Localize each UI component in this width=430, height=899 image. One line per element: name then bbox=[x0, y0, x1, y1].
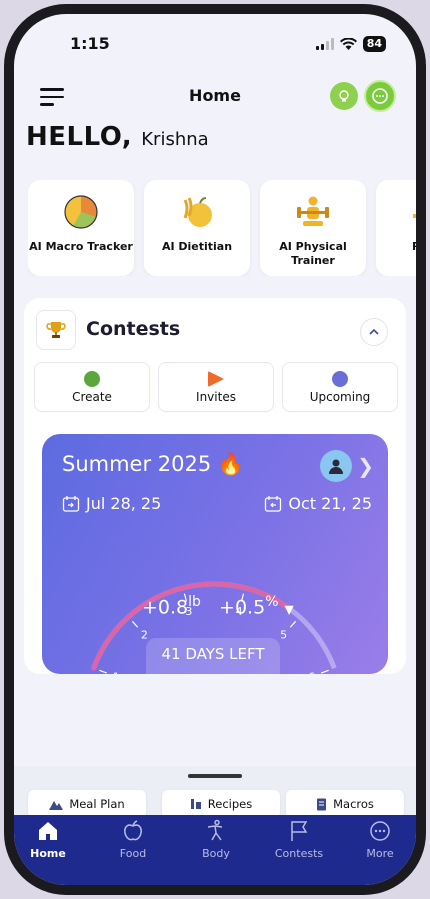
clock-icon bbox=[332, 371, 348, 387]
feature-icon bbox=[413, 214, 416, 218]
status-time: 1:15 bbox=[70, 34, 110, 53]
nav-home-label: Home bbox=[30, 847, 66, 860]
plus-icon bbox=[84, 371, 100, 387]
recipes-button[interactable]: Recipes bbox=[162, 790, 280, 818]
nav-more[interactable]: More bbox=[350, 819, 410, 860]
days-left-badge: 41 DAYS LEFT bbox=[146, 638, 280, 674]
status-bar: 1:15 84 bbox=[14, 14, 416, 74]
invites-button[interactable]: Invites bbox=[158, 362, 274, 412]
mountain-icon bbox=[49, 801, 64, 810]
contest-actions: Create Invites Upcoming bbox=[34, 362, 398, 412]
contest-stats: +0.8lb +0.5% ▼ bbox=[142, 594, 294, 618]
start-date-text: Jul 28, 25 bbox=[86, 494, 162, 513]
participant-avatar[interactable] bbox=[320, 450, 352, 482]
device-frame: 1:15 84 Home HELLO, Krishna AI Macro Tra… bbox=[4, 4, 426, 895]
percent-unit: % bbox=[265, 594, 279, 610]
chevron-up-icon bbox=[369, 328, 379, 335]
gauge-tick bbox=[320, 669, 329, 674]
apple-outline-icon bbox=[124, 820, 142, 841]
contests-title: Contests bbox=[86, 318, 181, 340]
battery-indicator: 84 bbox=[362, 36, 386, 52]
nav-contests-label: Contests bbox=[274, 847, 324, 860]
create-label: Create bbox=[72, 390, 112, 404]
lightbulb-icon bbox=[339, 90, 349, 102]
app-header: Home bbox=[14, 74, 416, 120]
greeting-hello: HELLO, bbox=[26, 122, 133, 152]
flag-icon bbox=[291, 821, 308, 841]
play-icon bbox=[208, 371, 224, 387]
contest-start-date: Jul 28, 25 bbox=[62, 494, 161, 513]
trophy-icon bbox=[36, 310, 76, 350]
contest-title: Summer 2025 🔥 bbox=[62, 452, 245, 476]
body-stretch-icon bbox=[207, 819, 223, 841]
feature-label: AI Dietitian bbox=[161, 240, 233, 253]
nav-food[interactable]: Food bbox=[103, 819, 163, 860]
upcoming-button[interactable]: Upcoming bbox=[282, 362, 398, 412]
gauge-tick-label: 2 bbox=[141, 629, 148, 642]
macros-label: Macros bbox=[333, 797, 374, 811]
lightbulb-button[interactable] bbox=[330, 82, 358, 110]
nav-body-label: Body bbox=[202, 847, 230, 860]
user-icon bbox=[329, 459, 343, 474]
home-icon bbox=[39, 822, 57, 840]
nav-contests[interactable]: Contests bbox=[269, 819, 329, 860]
gauge-tick-label: 5 bbox=[280, 629, 287, 642]
calendar-end-icon bbox=[265, 495, 282, 512]
sheet-handle[interactable] bbox=[188, 774, 242, 778]
signal-icon bbox=[315, 38, 334, 50]
feature-label: AI Physical Trainer bbox=[279, 240, 347, 267]
notebook-icon bbox=[317, 798, 327, 810]
meal-plan-button[interactable]: Meal Plan bbox=[28, 790, 146, 818]
trainer-icon bbox=[297, 196, 329, 226]
weight-change: +0.8 bbox=[142, 596, 189, 619]
feature-card-partial[interactable]: R bbox=[376, 180, 416, 276]
chat-button[interactable] bbox=[364, 80, 396, 112]
feature-card-physical-trainer[interactable]: AI Physical Trainer bbox=[260, 180, 366, 276]
nav-body[interactable]: Body bbox=[186, 819, 246, 860]
contest-card-summer[interactable]: Summer 2025 🔥 ❯ Jul 28, 25 Oct 21, 25 1 2… bbox=[42, 434, 388, 674]
invites-label: Invites bbox=[196, 390, 236, 404]
gauge-tick-label: 6 bbox=[308, 670, 315, 674]
feature-carousel[interactable]: AI Macro Tracker AI Dietitian AI Physica… bbox=[28, 180, 416, 276]
recipes-label: Recipes bbox=[207, 797, 253, 811]
apple-icon bbox=[183, 197, 212, 227]
down-triangle-icon: ▼ bbox=[284, 602, 294, 617]
gauge-tick-label: 1 bbox=[113, 670, 120, 674]
macros-button[interactable]: Macros bbox=[286, 790, 404, 818]
end-date-text: Oct 21, 25 bbox=[288, 494, 372, 513]
gauge-tick bbox=[99, 669, 108, 674]
feature-card-dietitian[interactable]: AI Dietitian bbox=[144, 180, 250, 276]
greeting: HELLO, Krishna bbox=[26, 122, 209, 152]
feature-label: R bbox=[376, 240, 416, 254]
pie-chart-icon bbox=[64, 195, 98, 229]
calendar-start-icon bbox=[62, 495, 80, 512]
gauge-tick bbox=[289, 620, 297, 628]
greeting-name: Krishna bbox=[141, 129, 209, 150]
chat-bubble-icon bbox=[372, 88, 388, 104]
collapse-button[interactable] bbox=[360, 318, 388, 346]
bottom-nav: Home Food Body Contests More bbox=[14, 815, 416, 885]
contests-section: Contests Create Invites Upcoming Summer … bbox=[24, 298, 406, 674]
chevron-right-icon[interactable]: ❯ bbox=[357, 454, 374, 478]
weight-unit: lb bbox=[188, 594, 201, 610]
feature-card-macro-tracker[interactable]: AI Macro Tracker bbox=[28, 180, 134, 276]
nav-more-label: More bbox=[366, 847, 394, 860]
percent-change: +0.5 bbox=[219, 596, 266, 619]
nav-home[interactable]: Home bbox=[18, 819, 78, 860]
contests-header: Contests bbox=[36, 310, 336, 350]
recipe-icon bbox=[190, 799, 201, 809]
wifi-icon bbox=[339, 38, 357, 50]
more-icon bbox=[370, 821, 390, 841]
gauge-tick bbox=[131, 620, 139, 628]
app-screen: 1:15 84 Home HELLO, Krishna AI Macro Tra… bbox=[14, 14, 416, 885]
nav-food-label: Food bbox=[119, 847, 147, 860]
create-contest-button[interactable]: Create bbox=[34, 362, 150, 412]
fire-icon: 🔥 bbox=[217, 452, 245, 476]
meal-plan-label: Meal Plan bbox=[69, 797, 125, 811]
upcoming-label: Upcoming bbox=[309, 390, 371, 404]
contest-end-date: Oct 21, 25 bbox=[264, 494, 372, 513]
feature-label: AI Macro Tracker bbox=[29, 240, 133, 253]
status-icons: 84 bbox=[315, 36, 386, 52]
